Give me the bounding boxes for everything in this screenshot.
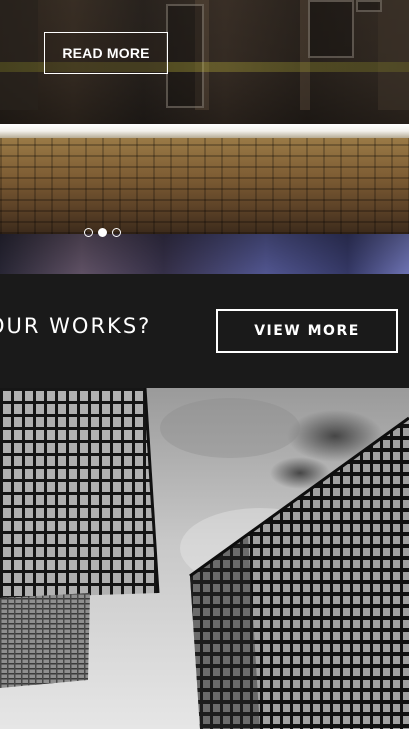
read-more-button[interactable]: READ MORE <box>44 32 168 74</box>
slider-dot-3[interactable] <box>112 228 121 237</box>
page: READ MORE OUR WORKS? VIEW MORE <box>0 0 409 729</box>
hero-slider: READ MORE <box>0 0 409 274</box>
slider-pagination <box>84 228 121 237</box>
hero-cobblestone <box>0 138 409 234</box>
hero-street-lights <box>0 234 409 274</box>
works-cta-band: OUR WORKS? VIEW MORE <box>0 274 409 388</box>
view-more-button[interactable]: VIEW MORE <box>216 309 398 353</box>
slider-dot-1[interactable] <box>84 228 93 237</box>
works-cta-heading: OUR WORKS? <box>0 314 152 338</box>
slider-dot-2[interactable] <box>98 228 107 237</box>
skyscrapers-photo <box>0 388 409 729</box>
